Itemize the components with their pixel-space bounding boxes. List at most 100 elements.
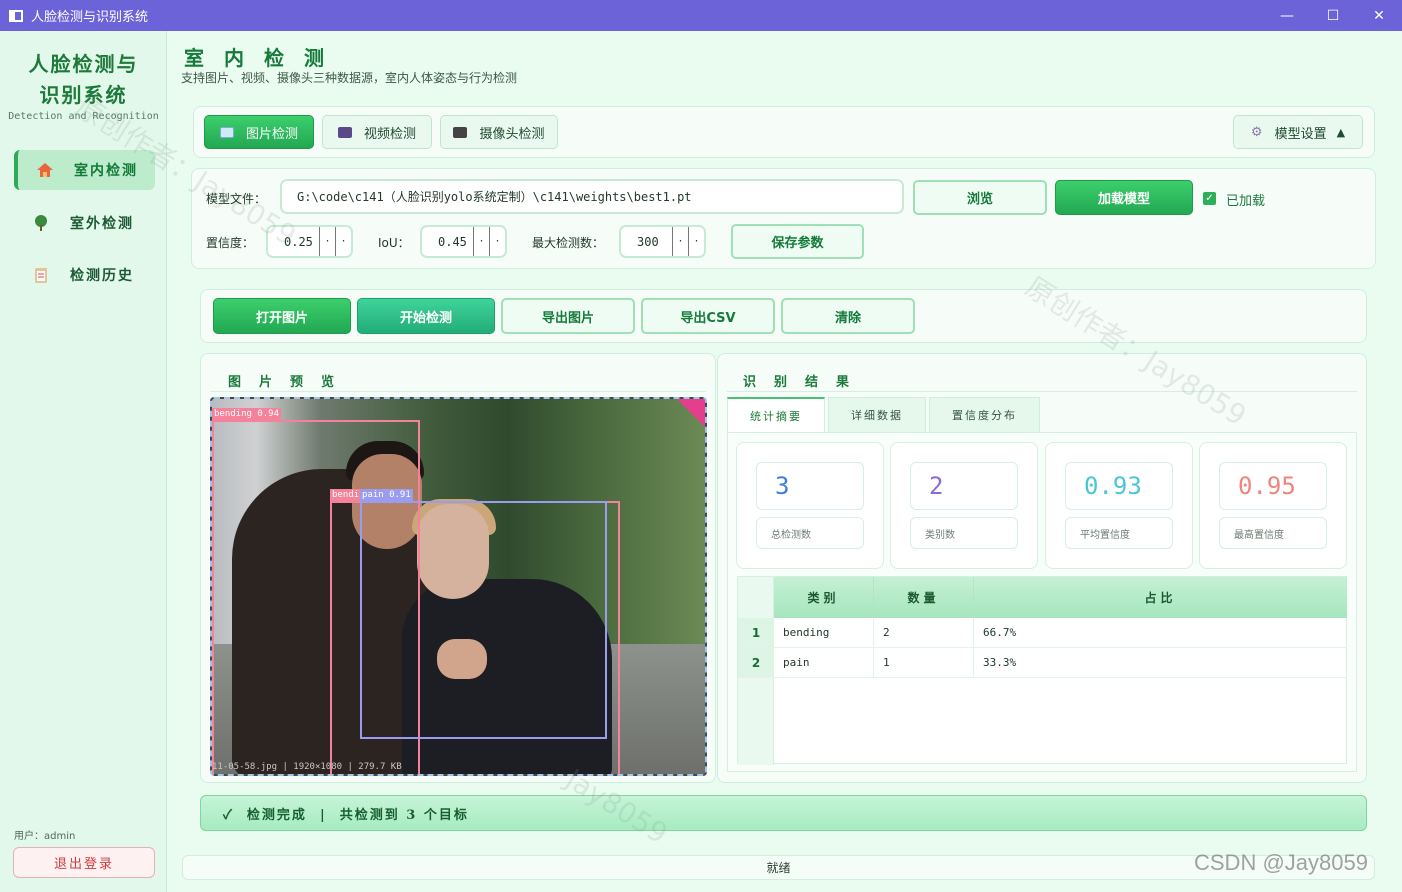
stat-label: 最高置信度 xyxy=(1219,517,1327,549)
app-icon xyxy=(9,9,23,22)
cell-class: pain xyxy=(774,648,874,677)
model-settings-button[interactable]: ⚙ 模型设置 ▲ xyxy=(1233,115,1363,149)
cell-ratio: 66.7% xyxy=(983,626,1017,639)
start-detect-button[interactable]: 开始检测 xyxy=(357,298,495,334)
tree-icon xyxy=(35,215,47,231)
conf-label: 置信度： xyxy=(206,236,255,250)
load-model-button[interactable]: 加载模型 xyxy=(1055,180,1193,215)
export-image-button[interactable]: 导出图片 xyxy=(501,298,635,334)
csdn-watermark: CSDN @Jay8059 xyxy=(1194,850,1368,875)
divider xyxy=(210,391,706,392)
table-row[interactable]: 2 pain 1 33.3% xyxy=(738,648,1347,678)
tab-summary[interactable]: 统计摘要 xyxy=(727,397,825,432)
chevron-up-icon: ▲ xyxy=(1336,125,1346,139)
stat-label: 总检测数 xyxy=(756,517,864,549)
tab-details[interactable]: 详细数据 xyxy=(828,397,926,432)
clapper-icon xyxy=(337,126,352,138)
image-detect-button[interactable]: 图片检测 xyxy=(204,115,314,149)
column-header-ratio[interactable]: 占比 xyxy=(974,577,1347,618)
preview-image[interactable]: bending 0.94 bending pain 0.91 11-05-58.… xyxy=(210,397,707,776)
camera-icon xyxy=(453,126,468,138)
tab-confidence[interactable]: 置信度分布 xyxy=(929,397,1040,432)
model-settings-label: 模型设置 xyxy=(1274,126,1327,142)
conf-stepper[interactable]: 0.25 · · xyxy=(266,225,353,258)
decrease-icon[interactable]: · xyxy=(319,227,335,256)
stat-card-max-conf: 0.95 最高置信度 xyxy=(1199,442,1347,569)
sidebar-item-history[interactable]: 检测历史 xyxy=(14,255,155,295)
table-row[interactable]: 1 bending 2 66.7% xyxy=(738,618,1347,648)
increase-icon[interactable]: · xyxy=(688,227,704,256)
column-header-class[interactable]: 类别 xyxy=(774,577,874,618)
window-title: 人脸检测与识别系统 xyxy=(31,10,149,25)
cell-count: 1 xyxy=(874,648,974,677)
browse-button[interactable]: 浏览 xyxy=(913,180,1047,215)
cell-class: bending xyxy=(774,618,874,647)
export-csv-button[interactable]: 导出CSV xyxy=(641,298,775,334)
preview-title: 图片预览 xyxy=(228,375,353,390)
iou-value: 0.45 xyxy=(438,234,467,249)
model-file-label: 模型文件： xyxy=(206,192,267,206)
sidebar-item-label: 室内检测 xyxy=(74,163,138,179)
sidebar-item-indoor[interactable]: 室内检测 xyxy=(14,150,155,190)
bbox-label-bending-1: bending 0.94 xyxy=(212,408,282,420)
conf-value: 0.25 xyxy=(284,234,313,249)
results-table: 类别 数量 占比 1 bending 2 66.7% 2 pain 1 33.3… xyxy=(737,576,1347,765)
clear-button[interactable]: 清除 xyxy=(781,298,915,334)
sidebar-item-label: 室外检测 xyxy=(70,216,134,232)
sidebar: 人脸检测与 识别系统 Detection and Recognition 室内检… xyxy=(0,31,167,892)
logout-button[interactable]: 退出登录 xyxy=(13,847,155,878)
decrease-icon[interactable]: · xyxy=(672,227,688,256)
maximize-button[interactable]: ☐ xyxy=(1310,0,1356,31)
stat-label: 类别数 xyxy=(910,517,1018,549)
cell-ratio: 33.3% xyxy=(983,656,1017,669)
page-title: 室内检测 xyxy=(184,46,344,70)
stat-value: 0.95 xyxy=(1219,462,1327,510)
loaded-label: 已加载 xyxy=(1226,194,1266,209)
iou-stepper[interactable]: 0.45 · · xyxy=(420,225,507,258)
brand-title-line2: 识别系统 xyxy=(39,83,128,107)
stat-card-total: 3 总检测数 xyxy=(736,442,884,569)
sidebar-item-label: 检测历史 xyxy=(70,268,134,284)
increase-icon[interactable]: · xyxy=(489,227,505,256)
max-det-stepper[interactable]: 300 · · xyxy=(619,225,706,258)
brand-title: 人脸检测与 识别系统 xyxy=(0,49,167,111)
increase-icon[interactable]: · xyxy=(335,227,351,256)
divider xyxy=(727,391,1357,392)
sidebar-item-outdoor[interactable]: 室外检测 xyxy=(14,203,155,243)
minimize-button[interactable]: — xyxy=(1264,0,1310,31)
image-detect-label: 图片检测 xyxy=(245,126,298,142)
stat-value: 0.93 xyxy=(1065,462,1173,510)
page-subtitle: 支持图片、视频、摄像头三种数据源，室内人体姿态与行为检测 xyxy=(181,71,518,85)
bbox-label-pain: pain 0.91 xyxy=(360,489,413,501)
video-detect-button[interactable]: 视频检测 xyxy=(322,115,432,149)
model-path-input[interactable]: G:\code\c141（人脸识别yolo系统定制）\c141\weights\… xyxy=(280,179,904,214)
stat-value: 3 xyxy=(756,462,864,510)
row-number: 2 xyxy=(738,648,774,677)
iou-label: IoU： xyxy=(378,236,410,250)
max-det-value: 300 xyxy=(637,234,659,249)
stat-card-avg-conf: 0.93 平均置信度 xyxy=(1045,442,1193,569)
brand-subtitle: Detection and Recognition xyxy=(8,111,159,122)
table-header: 类别 数量 占比 xyxy=(774,577,1347,618)
camera-detect-label: 摄像头检测 xyxy=(479,126,545,142)
stat-label: 平均置信度 xyxy=(1065,517,1173,549)
results-tabs: 统计摘要 详细数据 置信度分布 xyxy=(727,397,1043,432)
column-header-count[interactable]: 数量 xyxy=(874,577,974,618)
save-params-button[interactable]: 保存参数 xyxy=(731,224,864,259)
decrease-icon[interactable]: · xyxy=(473,227,489,256)
close-button[interactable]: ✕ xyxy=(1356,0,1402,31)
stat-value: 2 xyxy=(910,462,1018,510)
bbox-pain xyxy=(360,501,607,739)
clipboard-icon xyxy=(35,268,47,283)
window-titlebar: 人脸检测与识别系统 — ☐ ✕ xyxy=(0,0,1402,31)
brand-title-line1: 人脸检测与 xyxy=(28,52,139,76)
stat-card-classes: 2 类别数 xyxy=(890,442,1038,569)
video-detect-label: 视频检测 xyxy=(363,126,416,142)
loaded-checkbox[interactable]: ✓ xyxy=(1203,192,1216,205)
camera-detect-button[interactable]: 摄像头检测 xyxy=(440,115,558,149)
cell-count: 2 xyxy=(874,618,974,647)
results-title: 识别结果 xyxy=(743,375,868,390)
image-icon xyxy=(219,126,234,138)
open-image-button[interactable]: 打开图片 xyxy=(213,298,351,334)
gear-icon: ⚙ xyxy=(1250,124,1263,140)
